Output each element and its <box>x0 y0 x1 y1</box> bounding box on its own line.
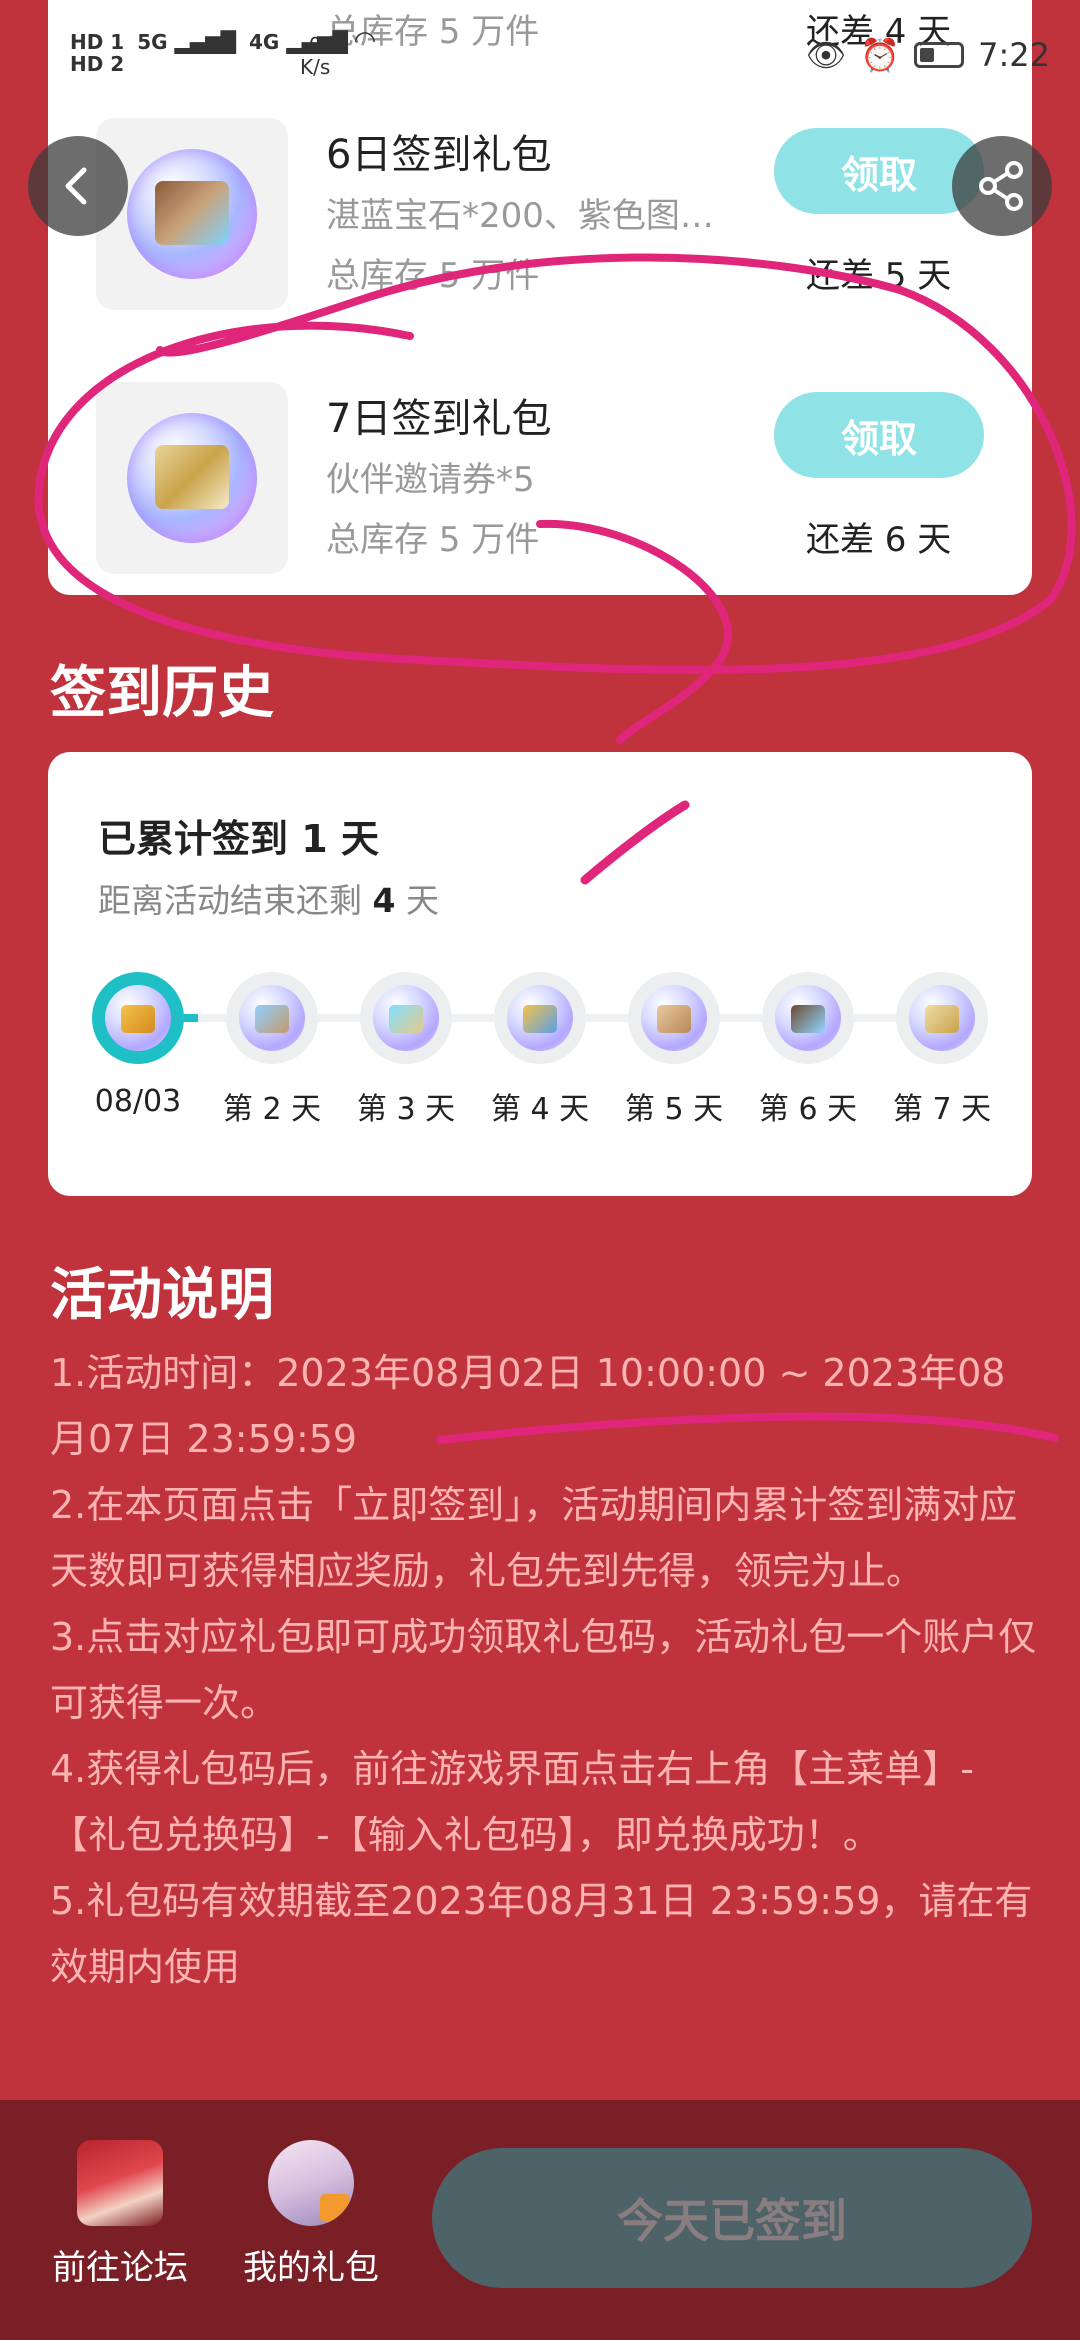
speed-unit: K/s <box>300 55 331 79</box>
total-signin-text: 已累计签到 1 天 <box>98 808 379 863</box>
my-gifts-label: 我的礼包 <box>243 2248 379 2288</box>
hd1-label: HD 1 <box>70 30 125 54</box>
speed-value: 0 <box>308 33 322 57</box>
rule-line-2: 2.在本页面点击「立即签到」，活动期间内累计签到满对应天数即可获得相应奖励，礼包… <box>50 1483 1018 1593</box>
day-node-5 <box>628 972 720 1064</box>
status-right: 👁 ⏰ 7:22 <box>806 36 1050 74</box>
day-node-7 <box>896 972 988 1064</box>
day-node-3 <box>360 972 452 1064</box>
share-button[interactable] <box>952 136 1052 236</box>
day-label-1: 08/03 <box>94 1084 182 1119</box>
day-label-5: 第 5 天 <box>624 1092 724 1127</box>
gift-days-left: 还差 5 天 <box>806 256 952 296</box>
gift-desc: 伙伴邀请券*5 <box>326 460 535 500</box>
forum-button[interactable]: 前往论坛 <box>45 2140 195 2289</box>
alarm-icon: ⏰ <box>860 36 901 74</box>
history-section-title: 签到历史 <box>50 661 274 726</box>
gift-days-left: 还差 6 天 <box>806 520 952 560</box>
gift-desc: 湛蓝宝石*200、紫色图… <box>326 196 714 236</box>
gift-stock: 总库存 5 万件 <box>326 520 540 560</box>
remain-days: 4 <box>372 881 396 920</box>
day-label-2: 第 2 天 <box>222 1092 322 1127</box>
total-days: 1 <box>301 817 328 861</box>
forum-label: 前往论坛 <box>52 2248 188 2288</box>
gift-stock: 总库存 5 万件 <box>326 256 540 296</box>
forum-avatar-icon <box>77 2140 163 2226</box>
back-arrow-icon <box>65 167 87 205</box>
activity-rules: 1.活动时间：2023年08月02日 10:00:00 ~ 2023年08月07… <box>50 1340 1040 2000</box>
remaining-text: 距离活动结束还剩 4 天 <box>98 874 439 922</box>
net2-label: 4G <box>249 30 280 54</box>
gift-thumbnail <box>96 118 288 310</box>
day-node-1 <box>92 972 184 1064</box>
rule-line-5: 5.礼包码有效期截至2023年08月31日 23:59:59，请在有效期内使用 <box>50 1879 1033 1989</box>
claim-button[interactable]: 领取 <box>774 128 984 214</box>
day-node-2 <box>226 972 318 1064</box>
network-speed: 0 K/s <box>300 34 330 78</box>
day-label-4: 第 4 天 <box>490 1092 590 1127</box>
day-node-6 <box>762 972 854 1064</box>
day-label-6: 第 6 天 <box>758 1092 858 1127</box>
hd2-label: HD 2 <box>70 52 125 76</box>
day-label-3: 第 3 天 <box>356 1092 456 1127</box>
gift-title: 7日签到礼包 <box>326 396 552 442</box>
share-icon <box>979 161 1023 211</box>
gift-title: 6日签到礼包 <box>326 132 552 178</box>
gem-chest-icon <box>127 149 257 279</box>
eye-icon: 👁 <box>805 36 847 74</box>
net1-label: 5G <box>137 30 168 54</box>
status-bar: HD 1 5G ▂▄▆█ 4G ▂▄▆█ ◠ HD 2 0 K/s 👁 ⏰ 7:… <box>0 0 1080 90</box>
remain-prefix: 距离活动结束还剩 <box>98 881 362 920</box>
wifi-icon: ◠ <box>354 26 375 56</box>
my-gifts-avatar-icon <box>268 2140 354 2226</box>
bottom-bar: 前往论坛 我的礼包 今天已签到 <box>0 2100 1080 2340</box>
day-label-7: 第 7 天 <box>892 1092 992 1127</box>
total-prefix: 已累计签到 <box>98 817 289 861</box>
description-section-title: 活动说明 <box>50 1263 274 1328</box>
gift-thumbnail <box>96 382 288 574</box>
rule-line-3: 3.点击对应礼包即可成功领取礼包码，活动礼包一个账户仅可获得一次。 <box>50 1615 1037 1725</box>
gift-row-6[interactable]: 6日签到礼包 湛蓝宝石*200、紫色图… 总库存 5 万件 领取 还差 5 天 <box>48 104 1032 310</box>
total-suffix: 天 <box>340 817 379 861</box>
signal-icon: ▂▄▆█ <box>174 30 237 54</box>
claim-button[interactable]: 领取 <box>774 392 984 478</box>
gift-row-7[interactable]: 7日签到礼包 伙伴邀请券*5 总库存 5 万件 领取 还差 6 天 <box>48 368 1032 574</box>
day-node-4 <box>494 972 586 1064</box>
rule-line-1: 1.活动时间：2023年08月02日 10:00:00 ~ 2023年08月07… <box>50 1351 1006 1461</box>
rule-line-4: 4.获得礼包码后，前往游戏界面点击右上角【主菜单】-【礼包兑换码】-【输入礼包码… <box>50 1747 974 1857</box>
clock: 7:22 <box>978 36 1050 74</box>
signed-today-button[interactable]: 今天已签到 <box>432 2148 1032 2288</box>
history-card: 已累计签到 1 天 距离活动结束还剩 4 天 08/03 第 2 天 第 3 天… <box>48 752 1032 1196</box>
back-button[interactable] <box>28 136 128 236</box>
battery-icon <box>914 42 965 68</box>
remain-suffix: 天 <box>405 881 439 920</box>
my-gifts-button[interactable]: 我的礼包 <box>236 2140 386 2289</box>
invite-ticket-icon <box>127 413 257 543</box>
